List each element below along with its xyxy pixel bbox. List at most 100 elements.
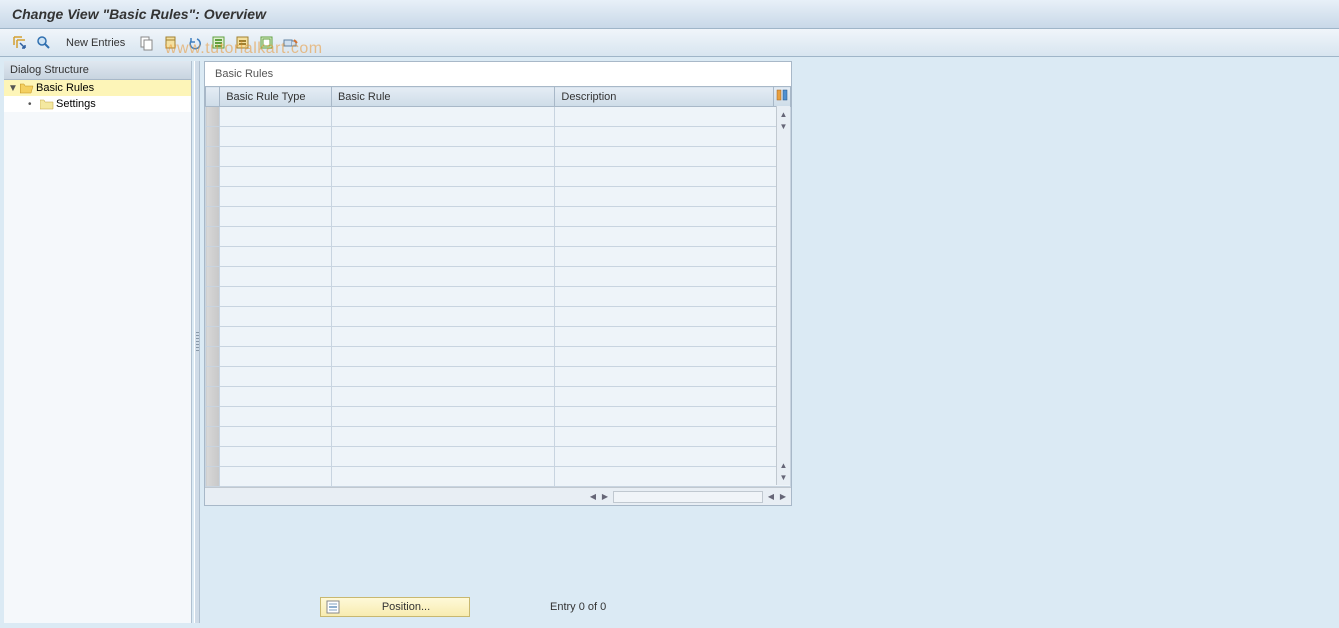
cell-basic-rule[interactable] — [331, 447, 554, 467]
cell-basic-rule[interactable] — [331, 227, 554, 247]
cell-basic-rule[interactable] — [331, 367, 554, 387]
cell-basic-rule[interactable] — [331, 287, 554, 307]
vertical-scrollbar[interactable]: ▲ ▼ ▲ ▼ — [776, 106, 790, 485]
table-row[interactable] — [206, 427, 791, 447]
scroll-up-arrow-alt[interactable]: ▼ — [778, 120, 790, 132]
toggle-display-icon[interactable] — [10, 33, 30, 53]
cell-basic-rule[interactable] — [331, 207, 554, 227]
cell-rule-type[interactable] — [220, 207, 332, 227]
scroll-down-arrow[interactable]: ▼ — [778, 471, 790, 483]
row-selector[interactable] — [206, 107, 220, 127]
cell-rule-type[interactable] — [220, 427, 332, 447]
scroll-right-last-icon[interactable]: ▶ — [777, 491, 789, 503]
cell-description[interactable] — [555, 147, 791, 167]
table-row[interactable] — [206, 147, 791, 167]
select-block-icon[interactable] — [233, 33, 253, 53]
row-selector[interactable] — [206, 147, 220, 167]
cell-rule-type[interactable] — [220, 407, 332, 427]
cell-description[interactable] — [555, 207, 791, 227]
table-row[interactable] — [206, 207, 791, 227]
table-row[interactable] — [206, 347, 791, 367]
scroll-left-first-icon[interactable]: ◀ — [587, 491, 599, 503]
cell-description[interactable] — [555, 287, 791, 307]
tree-collapse-icon[interactable]: ▼ — [8, 83, 18, 94]
cell-basic-rule[interactable] — [331, 307, 554, 327]
cell-rule-type[interactable] — [220, 127, 332, 147]
row-selector[interactable] — [206, 167, 220, 187]
cell-rule-type[interactable] — [220, 447, 332, 467]
row-selector[interactable] — [206, 287, 220, 307]
deselect-all-icon[interactable] — [257, 33, 277, 53]
column-header-basic-rule[interactable]: Basic Rule — [331, 87, 554, 107]
tree-item-basic-rules[interactable]: ▼ Basic Rules — [4, 80, 191, 96]
find-icon[interactable] — [34, 33, 54, 53]
column-config-button[interactable] — [773, 87, 790, 107]
row-selector[interactable] — [206, 247, 220, 267]
position-button[interactable]: Position... — [320, 597, 470, 617]
cell-rule-type[interactable] — [220, 227, 332, 247]
table-row[interactable] — [206, 367, 791, 387]
row-selector[interactable] — [206, 347, 220, 367]
cell-description[interactable] — [555, 187, 791, 207]
cell-description[interactable] — [555, 167, 791, 187]
cell-rule-type[interactable] — [220, 307, 332, 327]
cell-description[interactable] — [555, 367, 791, 387]
row-selector[interactable] — [206, 407, 220, 427]
row-selector[interactable] — [206, 427, 220, 447]
cell-description[interactable] — [555, 407, 791, 427]
column-header-rule-type[interactable]: Basic Rule Type — [220, 87, 332, 107]
cell-rule-type[interactable] — [220, 247, 332, 267]
tree-item-settings[interactable]: • Settings — [4, 96, 191, 112]
cell-description[interactable] — [555, 107, 791, 127]
cell-basic-rule[interactable] — [331, 147, 554, 167]
cell-rule-type[interactable] — [220, 467, 332, 487]
cell-description[interactable] — [555, 327, 791, 347]
cell-description[interactable] — [555, 387, 791, 407]
table-row[interactable] — [206, 127, 791, 147]
cell-description[interactable] — [555, 467, 791, 487]
table-row[interactable] — [206, 447, 791, 467]
table-row[interactable] — [206, 227, 791, 247]
cell-basic-rule[interactable] — [331, 427, 554, 447]
delete-icon[interactable] — [161, 33, 181, 53]
table-row[interactable] — [206, 107, 791, 127]
cell-description[interactable] — [555, 427, 791, 447]
row-selector[interactable] — [206, 127, 220, 147]
row-selector[interactable] — [206, 307, 220, 327]
row-selector[interactable] — [206, 447, 220, 467]
table-row[interactable] — [206, 327, 791, 347]
horizontal-scrollbar[interactable]: ◀ ▶ ◀ ▶ — [205, 487, 791, 505]
row-selector-header[interactable] — [206, 87, 220, 107]
copy-icon[interactable] — [137, 33, 157, 53]
cell-basic-rule[interactable] — [331, 327, 554, 347]
table-row[interactable] — [206, 167, 791, 187]
undo-icon[interactable] — [185, 33, 205, 53]
cell-basic-rule[interactable] — [331, 127, 554, 147]
transport-icon[interactable] — [281, 33, 301, 53]
cell-basic-rule[interactable] — [331, 407, 554, 427]
row-selector[interactable] — [206, 187, 220, 207]
cell-description[interactable] — [555, 247, 791, 267]
table-row[interactable] — [206, 307, 791, 327]
new-entries-button[interactable]: New Entries — [60, 35, 131, 51]
table-row[interactable] — [206, 407, 791, 427]
scroll-left-icon[interactable]: ▶ — [599, 491, 611, 503]
cell-basic-rule[interactable] — [331, 187, 554, 207]
row-selector[interactable] — [206, 327, 220, 347]
scroll-up-arrow[interactable]: ▲ — [778, 108, 790, 120]
cell-basic-rule[interactable] — [331, 347, 554, 367]
cell-description[interactable] — [555, 347, 791, 367]
cell-rule-type[interactable] — [220, 187, 332, 207]
cell-basic-rule[interactable] — [331, 387, 554, 407]
select-all-icon[interactable] — [209, 33, 229, 53]
cell-basic-rule[interactable] — [331, 467, 554, 487]
table-row[interactable] — [206, 287, 791, 307]
cell-rule-type[interactable] — [220, 347, 332, 367]
hscroll-track[interactable] — [613, 491, 763, 503]
cell-rule-type[interactable] — [220, 167, 332, 187]
cell-description[interactable] — [555, 267, 791, 287]
table-row[interactable] — [206, 467, 791, 487]
row-selector[interactable] — [206, 227, 220, 247]
cell-basic-rule[interactable] — [331, 167, 554, 187]
cell-rule-type[interactable] — [220, 287, 332, 307]
